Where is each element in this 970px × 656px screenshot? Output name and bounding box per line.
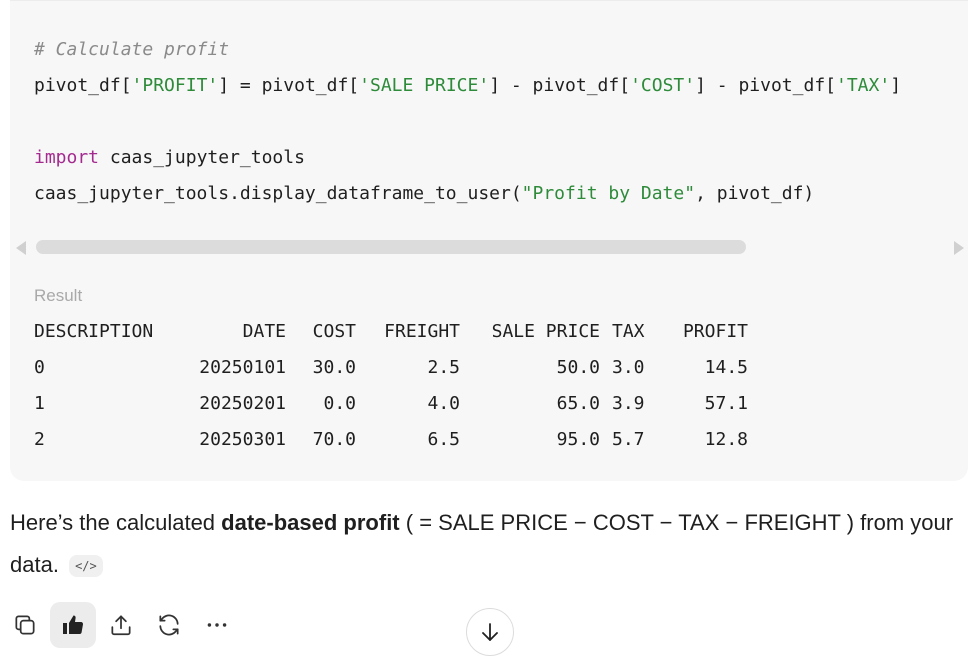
table-header-cell: SALE PRICE — [491, 321, 600, 342]
assistant-message: Here’s the calculated date-based profit … — [10, 510, 954, 578]
more-icon — [207, 623, 227, 627]
table-cell: 50.0 — [556, 357, 600, 378]
bold-phrase: date-based profit — [221, 510, 400, 535]
table-cell: 95.0 — [556, 429, 600, 450]
table-header-cell: TAX — [612, 321, 645, 342]
table-cell: 2 — [34, 429, 45, 450]
table-cell: 57.1 — [704, 393, 748, 414]
table-cell: 12.8 — [704, 429, 748, 450]
table-header-cell: DESCRIPTION — [34, 321, 154, 342]
table-cell: 0.0 — [323, 393, 356, 414]
code-line-import: import caas_jupyter_tools — [34, 147, 305, 168]
table-cell: 5.7 — [612, 429, 645, 450]
horizontal-scrollbar[interactable] — [36, 240, 746, 254]
table-cell: 1 — [34, 393, 45, 414]
arrow-down-icon — [482, 623, 498, 641]
view-code-button[interactable]: </> — [69, 555, 103, 578]
table-cell: 20250301 — [199, 429, 286, 450]
table-cell: 2.5 — [427, 357, 460, 378]
table-cell: 14.5 — [704, 357, 748, 378]
table-cell: 4.0 — [427, 393, 460, 414]
more-button[interactable] — [194, 602, 240, 648]
table-cell: 3.0 — [612, 357, 645, 378]
scroll-to-bottom-button[interactable] — [466, 608, 514, 656]
code-comment: # Calculate profit — [34, 39, 230, 60]
table-header-cell: COST — [312, 321, 356, 342]
result-label: Result — [34, 286, 83, 305]
share-button[interactable] — [98, 602, 144, 648]
table-cell: 3.9 — [612, 393, 645, 414]
copy-button[interactable] — [2, 602, 48, 648]
share-icon — [111, 615, 131, 636]
table-cell: 70.0 — [312, 429, 356, 450]
regenerate-icon — [159, 614, 179, 636]
table-cell: 6.5 — [427, 429, 460, 450]
code-line-profit: pivot_df['PROFIT'] = pivot_df['SALE PRIC… — [34, 75, 902, 96]
table-cell: 65.0 — [556, 393, 600, 414]
thumbs-up-icon — [63, 615, 84, 635]
table-cell: 30.0 — [312, 357, 356, 378]
table-cell: 0 — [34, 357, 45, 378]
scroll-left-icon[interactable] — [16, 241, 26, 255]
table-header-cell: FREIGHT — [384, 321, 460, 342]
scroll-right-icon[interactable] — [954, 241, 964, 255]
table-cell: 20250101 — [199, 357, 286, 378]
code-block: # Calculate profit pivot_df['PROFIT'] = … — [10, 0, 968, 481]
table-header-cell: PROFIT — [682, 321, 748, 342]
copy-icon — [15, 615, 35, 635]
code-line-display: caas_jupyter_tools.display_dataframe_to_… — [34, 183, 815, 204]
like-button[interactable] — [50, 602, 96, 648]
table-cell: 20250201 — [199, 393, 286, 414]
regenerate-button[interactable] — [146, 602, 192, 648]
table-header-cell: DATE — [242, 321, 286, 342]
